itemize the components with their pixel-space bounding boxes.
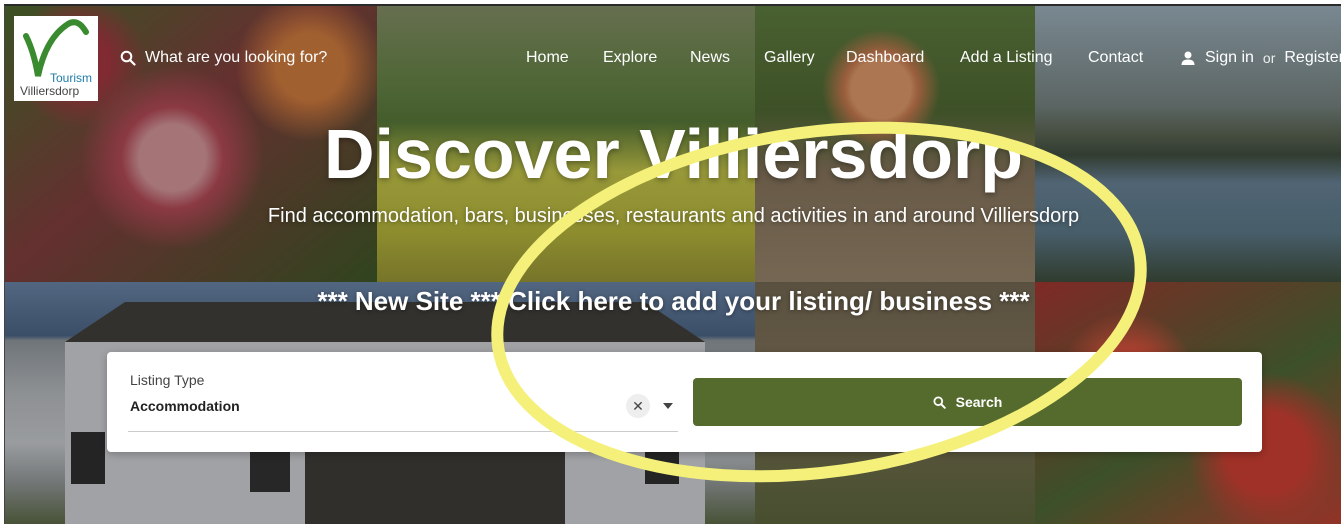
- or-separator: or: [1262, 50, 1276, 66]
- account-links: Sign in or Register: [1180, 49, 1341, 67]
- add-listing-promo-link[interactable]: *** New Site *** Click here to add your …: [5, 286, 1341, 317]
- logo-text-tourism: Tourism: [49, 71, 92, 85]
- hero-title: Discover Villiersdorp: [323, 115, 1023, 193]
- listing-type-label: Listing Type: [130, 372, 205, 388]
- search-button-label[interactable]: Search: [956, 394, 1003, 410]
- search-icon: [120, 50, 136, 66]
- search-button[interactable]: Search: [693, 378, 1242, 426]
- site-logo[interactable]: Tourism Villiersdorp: [14, 16, 98, 101]
- caret-down-icon[interactable]: [663, 403, 673, 409]
- sign-in-link[interactable]: Sign in: [1205, 49, 1254, 67]
- nav-dashboard[interactable]: Dashboard: [846, 49, 924, 67]
- hero-subtitle: Find accommodation, bars, businesses, re…: [267, 205, 1080, 227]
- nav-contact[interactable]: Contact: [1088, 49, 1143, 67]
- nav-explore[interactable]: Explore: [603, 49, 657, 67]
- search-icon: [933, 395, 946, 409]
- close-icon[interactable]: ✕: [626, 394, 650, 418]
- user-icon: [1181, 51, 1195, 65]
- listing-search-panel: Listing Type Accommodation ✕ Search: [107, 352, 1262, 452]
- header-search[interactable]: What are you looking for?: [120, 49, 327, 67]
- nav-add-listing[interactable]: Add a Listing: [960, 49, 1053, 67]
- page-frame: Tourism Villiersdorp What are you lookin…: [4, 4, 1341, 524]
- logo-text-villiersdorp: Villiersdorp: [20, 84, 80, 98]
- nav-home[interactable]: Home: [526, 49, 569, 67]
- listing-type-select[interactable]: Listing Type Accommodation ✕: [128, 368, 678, 432]
- nav-news[interactable]: News: [690, 49, 730, 67]
- nav-gallery[interactable]: Gallery: [764, 49, 815, 67]
- register-link[interactable]: Register: [1284, 49, 1341, 67]
- header-search-placeholder[interactable]: What are you looking for?: [145, 49, 327, 67]
- listing-type-value[interactable]: Accommodation: [130, 398, 240, 414]
